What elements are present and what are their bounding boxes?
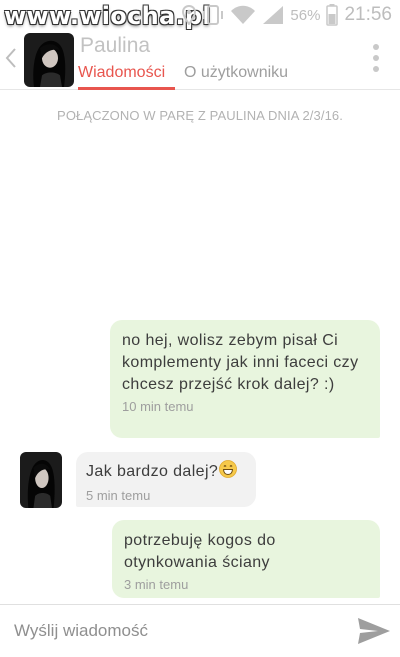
message-bubble-sent[interactable]: potrzebuję kogos do otynkowania ściany 3… [112, 520, 380, 598]
more-vertical-icon[interactable] [372, 42, 380, 74]
location-icon [182, 5, 197, 25]
message-text: Jak bardzo dalej? [86, 463, 219, 480]
wifi-icon [230, 5, 256, 25]
tab-messages[interactable]: Wiadomości [78, 64, 165, 82]
phone-vibrate-icon [202, 4, 224, 26]
battery-icon [326, 4, 339, 26]
message-line: Jak bardzo dalej? [86, 460, 246, 485]
status-bar: www.wiocha.pl 56% 21:56 [0, 0, 400, 30]
message-timestamp: 5 min temu [86, 488, 151, 503]
message-bubble-received[interactable]: Jak bardzo dalej? 5 min temu [76, 452, 256, 507]
message-text: no hej, wolisz zebym pisał Ci komplement… [122, 332, 359, 393]
contact-name[interactable]: Paulina [80, 34, 150, 58]
tab-about-user[interactable]: O użytkowniku [184, 64, 288, 82]
match-banner: POŁĄCZONO W PARĘ Z PAULINA DNIA 2/3/16. [57, 108, 343, 123]
message-composer [0, 604, 400, 657]
active-tab-indicator [78, 87, 175, 90]
send-icon [356, 618, 392, 650]
chat-header: Paulina Wiadomości O użytkowniku [0, 30, 400, 90]
sender-avatar[interactable] [20, 452, 62, 508]
message-text: potrzebuję kogos do otynkowania ściany [124, 532, 276, 571]
watermark: www.wiocha.pl [4, 2, 211, 30]
battery-percentage: 56% [290, 6, 321, 24]
message-input[interactable] [0, 605, 340, 657]
status-icons: 56% 21:56 [182, 4, 392, 26]
grinning-face-icon [219, 460, 238, 485]
message-bubble-sent[interactable]: no hej, wolisz zebym pisał Ci komplement… [110, 320, 380, 438]
message-timestamp: 3 min temu [124, 577, 189, 592]
message-timestamp: 10 min temu [122, 399, 194, 414]
contact-avatar[interactable] [24, 33, 74, 87]
signal-icon [262, 5, 284, 25]
clock: 21:56 [344, 4, 392, 25]
back-chevron-icon[interactable] [2, 44, 20, 72]
send-button[interactable] [356, 616, 392, 646]
